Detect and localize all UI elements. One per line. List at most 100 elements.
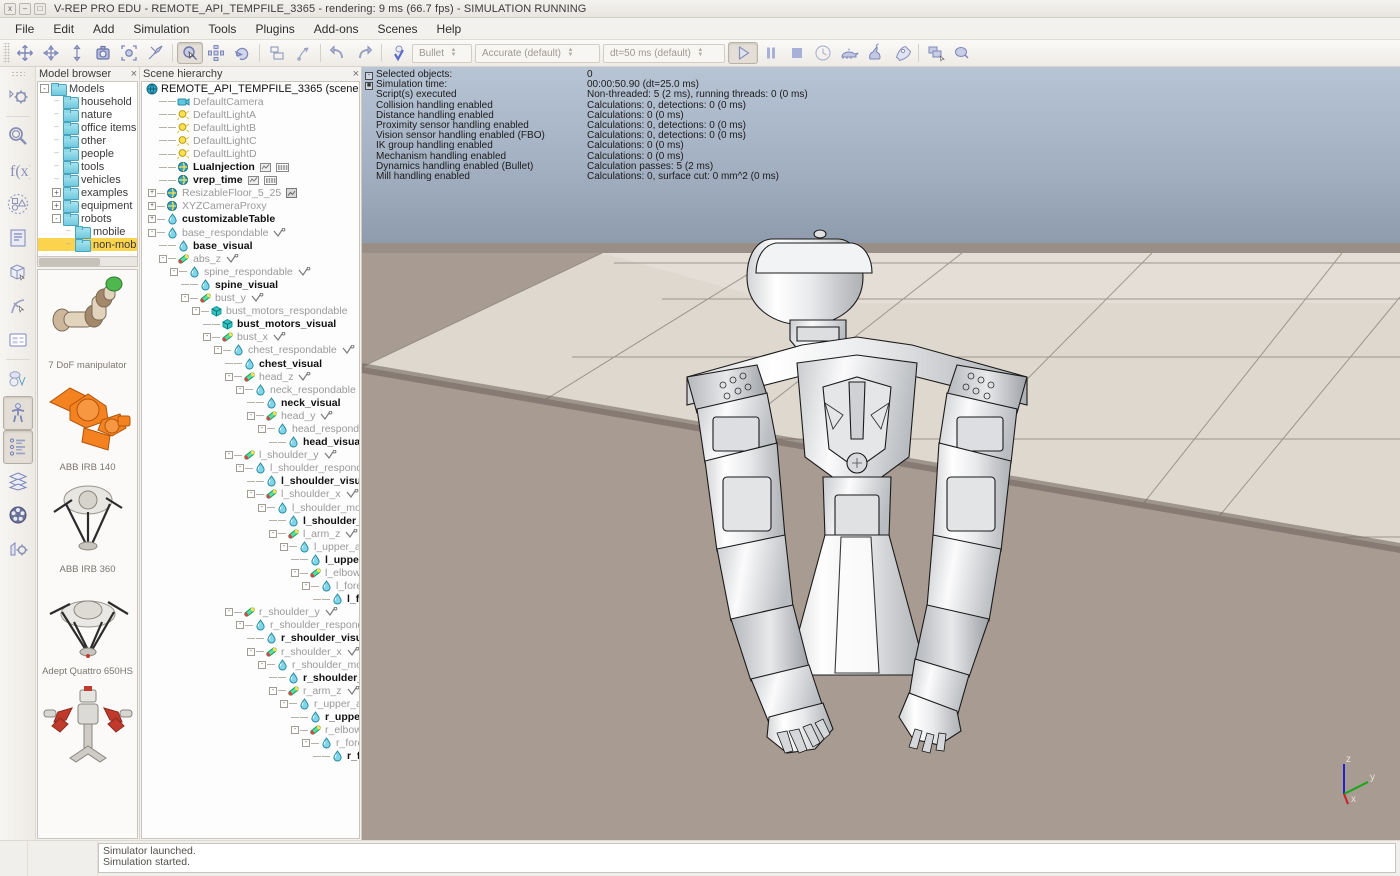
hierarchy-item-l-shoulder-motor[interactable]: - l_shoulder_motor bbox=[142, 501, 359, 514]
hierarchy-item-head-y[interactable]: - head_y bbox=[142, 409, 359, 422]
settings-icon[interactable] bbox=[3, 532, 33, 566]
page-selector-icon[interactable] bbox=[203, 42, 229, 64]
model-thumbnail-item[interactable]: ABB IRB 140 bbox=[38, 372, 137, 474]
status-overlay-toggle[interactable]: - bbox=[365, 72, 373, 80]
tree-expander[interactable]: - bbox=[159, 254, 167, 263]
model-thumbnail-item[interactable]: Adept Quattro 650HS bbox=[38, 576, 137, 678]
hierarchy-item-bust-motors-visual[interactable]: bust_motors_visual bbox=[142, 318, 359, 331]
tree-expander[interactable]: - bbox=[225, 372, 233, 381]
tree-expander[interactable]: - bbox=[170, 267, 178, 276]
tree-expander[interactable]: - bbox=[280, 542, 288, 551]
tree-expander[interactable]: - bbox=[269, 529, 277, 538]
rocket-icon[interactable] bbox=[888, 42, 914, 64]
dt-combo-spinner[interactable]: ▲ ▼ bbox=[696, 47, 705, 58]
model-thumbnail-item[interactable]: ABB IRB 360 bbox=[38, 474, 137, 576]
hierarchy-item-abs-z[interactable]: - abs_z bbox=[142, 252, 359, 265]
status-log[interactable]: Simulator launched. Simulation started. bbox=[98, 843, 1396, 873]
calculation-dashed-icon[interactable] bbox=[3, 187, 33, 221]
hierarchy-item-bust-y[interactable]: - bust_y bbox=[142, 292, 359, 305]
tree-expander[interactable]: - bbox=[52, 214, 61, 223]
page-layout-icon[interactable] bbox=[923, 42, 949, 64]
hierarchy-item-r-forea[interactable]: r_forea bbox=[142, 750, 359, 763]
model-browser-item-robots[interactable]: - robots bbox=[38, 212, 137, 226]
hierarchy-item-l-shoulder-mot[interactable]: l_shoulder_mot bbox=[142, 514, 359, 527]
tree-expander[interactable]: - bbox=[236, 385, 244, 394]
camera-view-icon[interactable] bbox=[949, 42, 975, 64]
model-browser-item-office-items[interactable]: – office items bbox=[38, 121, 137, 135]
fit-to-view-icon[interactable] bbox=[116, 42, 142, 64]
hierarchy-item-luainjection[interactable]: LuaInjection bbox=[142, 161, 359, 174]
hierarchy-item-vrep-time[interactable]: vrep_time bbox=[142, 174, 359, 187]
left-toolbar-grip[interactable] bbox=[10, 71, 25, 77]
model-browser-item-equipment[interactable]: + equipment bbox=[38, 199, 137, 213]
tree-expander[interactable]: + bbox=[148, 202, 156, 211]
abb-irb360-thumb[interactable] bbox=[40, 476, 136, 564]
tree-expander[interactable]: - bbox=[302, 739, 310, 748]
dynamics-toggle-icon[interactable] bbox=[386, 42, 412, 64]
reset-icon[interactable] bbox=[290, 42, 316, 64]
camera-icon[interactable] bbox=[90, 42, 116, 64]
hierarchy-item-customizabletable[interactable]: + customizableTable bbox=[142, 213, 359, 226]
model-browser-item-examples[interactable]: + examples bbox=[38, 186, 137, 200]
tree-expander[interactable]: - bbox=[148, 228, 156, 237]
hierarchy-item-spine-visual[interactable]: spine_visual bbox=[142, 278, 359, 291]
hierarchy-item-bust-motors-respondable[interactable]: - bust_motors_respondable bbox=[142, 305, 359, 318]
engine-combo-spinner[interactable]: ▲ ▼ bbox=[449, 47, 458, 58]
hierarchy-item-l-upper-arn[interactable]: l_upper_arn bbox=[142, 553, 359, 566]
tree-expander[interactable]: - bbox=[236, 621, 244, 630]
hierarchy-item-neck-visual[interactable]: neck_visual bbox=[142, 396, 359, 409]
model-browser-item-tools[interactable]: – tools bbox=[38, 160, 137, 174]
tree-expander[interactable]: - bbox=[269, 686, 277, 695]
tree-expander[interactable]: - bbox=[40, 84, 49, 93]
hierarchy-item-chest-visual[interactable]: chest_visual bbox=[142, 357, 359, 370]
tree-expander[interactable]: - bbox=[203, 333, 211, 342]
scene-hierarchy-tree[interactable]: REMOTE_API_TEMPFILE_3365 (scene 1) Defau… bbox=[141, 81, 360, 839]
shape-edit-icon[interactable] bbox=[3, 221, 33, 255]
hierarchy-item-r-shoulder-motor[interactable]: - r_shoulder_motor bbox=[142, 658, 359, 671]
tree-expander[interactable]: - bbox=[247, 490, 255, 499]
hierarchy-item-defaultlightc[interactable]: DefaultLightC bbox=[142, 134, 359, 147]
tree-expander[interactable]: - bbox=[280, 699, 288, 708]
hierarchy-item-l-shoulder-y[interactable]: - l_shoulder_y bbox=[142, 449, 359, 462]
geometry-icon[interactable] bbox=[3, 255, 33, 289]
scene-hierarchy-icon[interactable] bbox=[2, 430, 33, 464]
menu-item-add[interactable]: Add bbox=[84, 20, 123, 38]
tree-expander[interactable]: - bbox=[225, 608, 233, 617]
hierarchy-item-base-visual[interactable]: base_visual bbox=[142, 239, 359, 252]
tree-expander[interactable]: + bbox=[148, 189, 156, 198]
model-browser-item-household[interactable]: – household bbox=[38, 95, 137, 109]
close-icon[interactable]: × bbox=[353, 68, 359, 80]
object-translate-icon[interactable] bbox=[64, 42, 90, 64]
toolbar-grip[interactable] bbox=[3, 43, 10, 63]
scripts-icon[interactable]: f(x) bbox=[3, 153, 33, 187]
tree-expander[interactable]: - bbox=[258, 424, 266, 433]
menu-item-plugins[interactable]: Plugins bbox=[246, 20, 303, 38]
hierarchy-item-head-visual[interactable]: head_visual bbox=[142, 436, 359, 449]
hierarchy-item-l-forearm[interactable]: - l_forearm bbox=[142, 580, 359, 593]
model-browser-item-other[interactable]: – other bbox=[38, 134, 137, 148]
hierarchy-item-l-shoulder-x[interactable]: - l_shoulder_x bbox=[142, 488, 359, 501]
tree-expander[interactable]: - bbox=[247, 647, 255, 656]
realtime-clock-icon[interactable] bbox=[810, 42, 836, 64]
rabbit-icon[interactable] bbox=[862, 42, 888, 64]
close-icon[interactable]: x bbox=[4, 2, 16, 15]
play-button[interactable] bbox=[728, 42, 758, 64]
hierarchy-item-l-shoulder-respondab[interactable]: - l_shoulder_respondab bbox=[142, 462, 359, 475]
assembling-icon[interactable] bbox=[142, 42, 168, 64]
hierarchy-item-defaultlightd[interactable]: DefaultLightD bbox=[142, 147, 359, 160]
model-browser-tree[interactable]: - Models – household – nature – office items – ot… bbox=[37, 81, 138, 267]
object-shift-icon[interactable] bbox=[12, 42, 38, 64]
hierarchy-item-r-shoulder-visual[interactable]: r_shoulder_visual bbox=[142, 632, 359, 645]
hierarchy-item-chest-respondable[interactable]: - chest_respondable bbox=[142, 344, 359, 357]
model-thumbnail-item[interactable]: 7 DoF manipulator bbox=[38, 270, 137, 372]
baxter-thumb[interactable] bbox=[40, 680, 136, 768]
hierarchy-item-neck-respondable[interactable]: - neck_respondable bbox=[142, 383, 359, 396]
model-browser-item-vehicles[interactable]: – vehicles bbox=[38, 173, 137, 187]
tree-expander[interactable]: - bbox=[181, 294, 189, 303]
tree-expander[interactable]: - bbox=[236, 464, 244, 473]
hierarchy-item-l-elbow-y[interactable]: - l_elbow_y bbox=[142, 566, 359, 579]
tree-expander[interactable]: - bbox=[225, 451, 233, 460]
model-browser-item-nature[interactable]: – nature bbox=[38, 108, 137, 122]
engine-combo[interactable]: Bullet ▲ ▼ bbox=[412, 43, 472, 63]
hierarchy-item-r-shoulder-mot[interactable]: r_shoulder_mot bbox=[142, 671, 359, 684]
